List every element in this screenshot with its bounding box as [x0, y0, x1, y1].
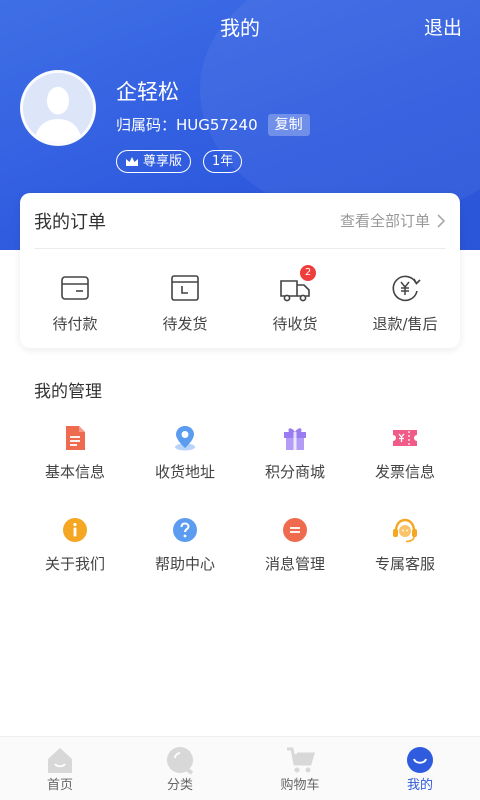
order-label: 退款/售后 [372, 315, 438, 333]
referral-row: 归属码： HUG57240 复制 [116, 114, 310, 136]
info-icon [61, 516, 89, 544]
order-label: 待收货 [272, 315, 318, 333]
membership-badges: 尊享版 1年 [116, 150, 254, 173]
tab-label: 首页 [46, 778, 73, 793]
mgmt-customer-service[interactable]: 专属客服 [350, 516, 460, 574]
mgmt-basic-info[interactable]: 基本信息 [20, 424, 130, 482]
orders-title: 我的订单 [34, 211, 106, 233]
wallet-icon [58, 271, 92, 305]
tab-label: 我的 [406, 778, 433, 793]
order-pending-shipment[interactable]: 待发货 [130, 271, 240, 334]
bottom-tab-bar: 首页 分类 购物车 我的 [0, 736, 480, 800]
view-all-orders-label: 查看全部订单 [339, 212, 430, 230]
mgmt-address[interactable]: 收货地址 [130, 424, 240, 482]
tab-cart[interactable]: 购物车 [240, 737, 360, 800]
message-icon [281, 516, 309, 544]
document-icon [61, 424, 89, 452]
tab-category[interactable]: 分类 [120, 737, 240, 800]
referral-label: 归属码： [116, 116, 177, 134]
notification-count-badge: 2 [300, 265, 316, 281]
chevron-right-icon [437, 213, 446, 228]
mgmt-points-mall[interactable]: 积分商城 [240, 424, 350, 482]
avatar[interactable] [20, 70, 96, 146]
orders-card: 我的订单 查看全部订单 待付款 待发货 2 待收货 退款/售后 [20, 193, 460, 348]
order-label: 待发货 [162, 315, 208, 333]
order-pending-payment[interactable]: 待付款 [20, 271, 130, 334]
orders-header: 我的订单 查看全部订单 [34, 193, 446, 249]
mgmt-messages[interactable]: 消息管理 [240, 516, 350, 574]
headset-icon [391, 516, 419, 544]
yen-refund-icon [388, 271, 422, 305]
tab-profile[interactable]: 我的 [360, 737, 480, 800]
tier-badge-label: 尊享版 [143, 154, 183, 169]
mgmt-help-center[interactable]: 帮助中心 [130, 516, 240, 574]
gift-icon [281, 424, 309, 452]
box-icon [168, 271, 202, 305]
mgmt-about-us[interactable]: 关于我们 [20, 516, 130, 574]
profile-icon [405, 745, 435, 775]
tab-label: 购物车 [280, 778, 320, 793]
mgmt-label: 关于我们 [44, 555, 105, 573]
mgmt-label: 收货地址 [154, 463, 215, 481]
cart-icon [285, 745, 315, 775]
management-title: 我的管理 [34, 382, 102, 402]
help-icon [171, 516, 199, 544]
truck-icon: 2 [278, 265, 316, 305]
category-icon [165, 745, 195, 775]
copy-button[interactable]: 复制 [267, 114, 310, 136]
user-silhouette-icon [23, 73, 93, 143]
page-title: 我的 [220, 16, 260, 40]
tier-badge: 尊享版 [116, 150, 192, 173]
tab-label: 分类 [166, 778, 193, 793]
mgmt-label: 专属客服 [374, 555, 435, 573]
order-refund[interactable]: 退款/售后 [350, 271, 460, 334]
location-icon [171, 424, 199, 452]
home-icon [45, 745, 75, 775]
order-status-list: 待付款 待发货 2 待收货 退款/售后 [20, 249, 460, 334]
order-label: 待付款 [52, 315, 98, 333]
user-name: 企轻松 [116, 80, 179, 104]
view-all-orders-link[interactable]: 查看全部订单 [340, 210, 446, 231]
duration-badge-label: 1年 [212, 154, 234, 169]
mgmt-label: 帮助中心 [154, 555, 215, 573]
crown-icon [126, 156, 138, 166]
mgmt-label: 积分商城 [264, 463, 325, 481]
mgmt-label: 发票信息 [374, 463, 435, 481]
duration-badge: 1年 [203, 150, 243, 173]
tab-home[interactable]: 首页 [0, 737, 120, 800]
logout-button[interactable]: 退出 [424, 14, 462, 42]
order-pending-receipt[interactable]: 2 待收货 [240, 265, 350, 334]
ticket-icon [391, 424, 419, 452]
referral-code: HUG57240 [176, 116, 258, 134]
mgmt-label: 消息管理 [264, 555, 325, 573]
management-grid: 基本信息 收货地址 积分商城 发票信息 关于我们 帮助中心 消息管理 专属客服 [20, 424, 460, 574]
mgmt-invoice[interactable]: 发票信息 [350, 424, 460, 482]
mgmt-label: 基本信息 [44, 463, 105, 481]
